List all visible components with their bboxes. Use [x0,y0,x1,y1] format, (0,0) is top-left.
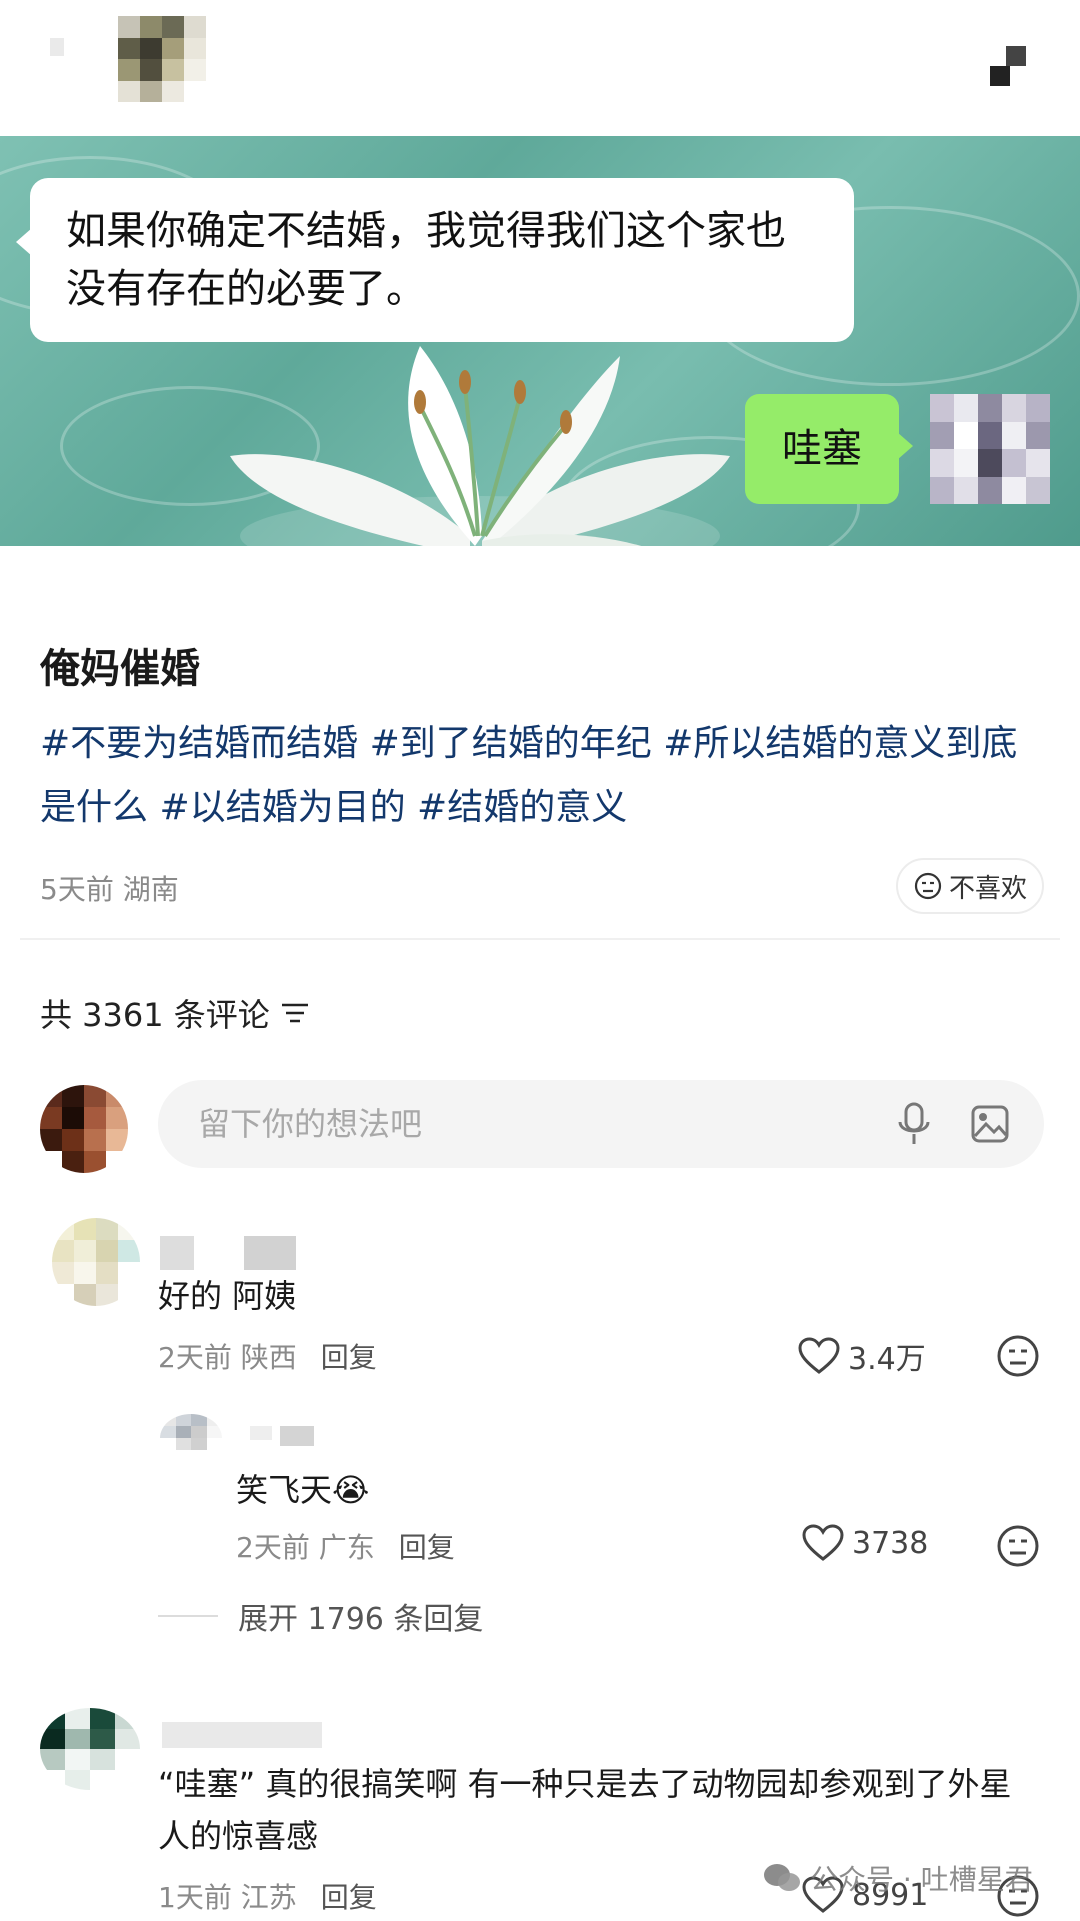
comment-location: 陕西 [240,1341,297,1374]
post-location: 湖南 [122,873,179,906]
expand-replies-button[interactable]: 展开 1796 条回复 [158,1594,483,1638]
comment-username[interactable] [162,1722,322,1756]
like-count: 3.4万 [848,1342,926,1377]
dislike-button[interactable]: 不喜欢 [896,858,1044,914]
like-count: 3738 [852,1525,929,1561]
comment-username[interactable] [160,1236,296,1270]
comment-avatar[interactable] [40,1708,140,1790]
divider [20,938,1060,940]
reply-meta: 2天前 广东 回复 [236,1526,455,1566]
reply-button[interactable]: 回复 [321,1336,377,1376]
reply-location: 广东 [318,1531,375,1564]
reply-avatar[interactable] [160,1414,222,1462]
follow-button[interactable] [820,16,940,86]
comment-avatar[interactable] [52,1218,140,1306]
reply-time: 2天前 [236,1531,310,1564]
comment-meta: 2天前 陕西 回复 [158,1336,377,1376]
lily-flower [230,346,730,546]
expand-line [158,1615,218,1617]
meh-icon[interactable] [996,1524,1040,1568]
mic-icon[interactable] [894,1102,934,1146]
author-avatar[interactable] [118,16,206,102]
comment-text: 好的 阿姨 [158,1277,297,1315]
back-icon[interactable] [50,38,64,56]
filter-icon[interactable] [280,1000,310,1026]
chat-avatar [930,394,1050,504]
heart-icon [798,1337,840,1374]
chat-bubble-sent: 哇塞 [745,394,913,504]
meh-icon[interactable] [996,1334,1040,1378]
comment-time: 1天前 [158,1881,232,1914]
wechat-icon [764,1864,800,1891]
crying-laughing-emoji: 😭 [332,1471,370,1509]
reply-button[interactable]: 回复 [321,1876,377,1916]
meh-icon [914,872,942,900]
reply-text: 笑飞天😭 [236,1471,370,1509]
comment-text: “哇塞” 真的很搞笑啊 有一种只是去了动物园却参观到了外星人的惊喜感 [158,1765,1012,1855]
share-icon[interactable] [990,46,1030,86]
heart-icon [802,1524,844,1561]
expand-label: 展开 1796 条回复 [238,1602,484,1637]
comment-count-label: 共 3361 条评论 [40,996,270,1034]
my-avatar [40,1085,128,1173]
watermark: 公众号 · 吐槽星君 [762,1858,1033,1898]
post-hashtags[interactable]: #不要为结婚而结婚 #到了结婚的年纪 #所以结婚的意义到底是什么 #以结婚为目的… [40,712,1050,840]
post-meta: 5天前 湖南 [40,868,179,908]
reply-username[interactable] [250,1426,314,1460]
image-icon[interactable] [970,1104,1010,1144]
watermark-text: 公众号 · 吐槽星君 [810,1863,1033,1896]
like-button[interactable]: 3.4万 [798,1334,926,1378]
comment-count[interactable]: 共 3361 条评论 [40,990,310,1036]
post-time: 5天前 [40,873,114,906]
post-image[interactable]: 如果你确定不结婚，我觉得我们这个家也没有存在的必要了。 哇塞 [0,136,1080,546]
post-title: 俺妈催婚 [40,646,200,692]
dislike-label: 不喜欢 [948,873,1027,904]
comment-location: 江苏 [240,1881,297,1914]
comment-meta: 1天前 江苏 回复 [158,1876,377,1916]
like-button[interactable]: 3738 [802,1524,928,1562]
comment-time: 2天前 [158,1341,232,1374]
reply-button[interactable]: 回复 [399,1526,455,1566]
chat-bubble-received: 如果你确定不结婚，我觉得我们这个家也没有存在的必要了。 [16,178,854,342]
top-bar [0,0,1080,136]
